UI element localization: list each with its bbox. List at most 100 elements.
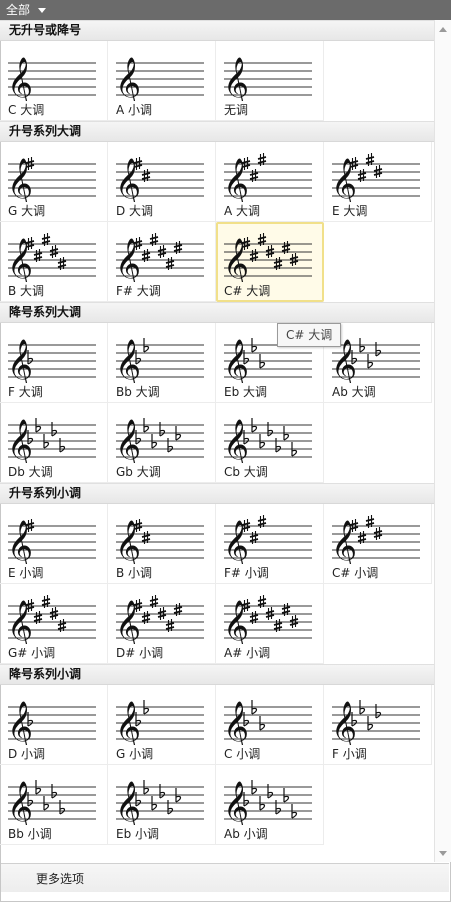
svg-text:𝄞: 𝄞 xyxy=(115,238,141,282)
svg-text:𝄞: 𝄞 xyxy=(223,57,249,101)
staff-icon: 𝄞 xyxy=(331,338,420,383)
key-signature-item[interactable]: 𝄞 Bb 大调 xyxy=(108,323,216,403)
staff-icon: 𝄞 xyxy=(115,57,204,101)
chevron-down-icon[interactable] xyxy=(38,8,46,13)
key-signature-item[interactable]: 𝄞 D 小调 xyxy=(0,685,108,765)
key-signature-item[interactable]: 𝄞 A# 小调 xyxy=(216,584,324,664)
key-signature-item[interactable]: 𝄞 Cb 大调 xyxy=(216,403,324,483)
svg-text:𝄞: 𝄞 xyxy=(7,238,33,282)
svg-text:𝄞: 𝄞 xyxy=(7,701,33,745)
section: 降号系列大调 𝄞 F 大调 𝄞 Bb 大调 𝄞 Eb 大调 𝄞 Ab 大调 𝄞 Db 大调 𝄞 Gb 大… xyxy=(0,302,434,483)
scrollbar[interactable] xyxy=(434,20,451,862)
key-label: C# 大调 xyxy=(224,284,271,298)
svg-text:𝄞: 𝄞 xyxy=(223,339,249,383)
key-grid: 𝄞 G 大调 𝄞 D 大调 𝄞 A 大调 𝄞 E 大调 𝄞 B 大调 𝄞 F# 大调 𝄞 C# 大调 xyxy=(0,142,434,302)
section-title: 升号系列小调 xyxy=(0,483,434,504)
key-signature-item[interactable]: 𝄞 G# 小调 xyxy=(0,584,108,664)
key-signature-list[interactable]: 无升号或降号 𝄞 C 大调 𝄞 A 小调 𝄞 无调 升号系列大调 𝄞 G 大调 𝄞 D 大调 𝄞 A 大调… xyxy=(0,20,434,862)
section-title: 升号系列大调 xyxy=(0,121,434,142)
staff-icon: 𝄞 xyxy=(7,701,96,745)
svg-text:𝄞: 𝄞 xyxy=(7,781,33,825)
staff-icon: 𝄞 xyxy=(331,153,420,202)
key-signature-item[interactable]: 𝄞 E 小调 xyxy=(0,504,108,584)
key-label: Gb 大调 xyxy=(116,465,161,479)
key-label: D 大调 xyxy=(116,204,154,218)
key-signature-item[interactable]: 𝄞 F 大调 xyxy=(0,323,108,403)
key-label: G 大调 xyxy=(8,204,46,218)
staff-icon: 𝄞 xyxy=(223,418,312,463)
key-grid: 𝄞 E 小调 𝄞 B 小调 𝄞 F# 小调 𝄞 C# 小调 𝄞 G# 小调 𝄞 D# 小调 𝄞 A# 小调 xyxy=(0,504,434,664)
scroll-down-icon[interactable] xyxy=(439,851,447,856)
key-label: A 小调 xyxy=(116,103,153,117)
key-signature-item[interactable]: 𝄞 Ab 小调 xyxy=(216,765,324,845)
staff-icon: 𝄞 xyxy=(7,780,96,825)
svg-text:𝄞: 𝄞 xyxy=(115,600,141,644)
key-signature-item[interactable]: 𝄞 A 大调 xyxy=(216,142,324,222)
key-signature-item[interactable]: 𝄞 B 大调 xyxy=(0,222,108,302)
filter-label: 全部 xyxy=(6,3,31,17)
key-signature-item[interactable]: 𝄞 Eb 小调 xyxy=(108,765,216,845)
key-signature-item[interactable]: 𝄞 A 小调 xyxy=(108,41,216,121)
staff-icon: 𝄞 xyxy=(223,233,312,282)
svg-text:𝄞: 𝄞 xyxy=(331,520,357,564)
key-signature-item[interactable]: 𝄞 D 大调 xyxy=(108,142,216,222)
staff-icon: 𝄞 xyxy=(331,700,420,745)
key-signature-item[interactable]: 𝄞 Gb 大调 xyxy=(108,403,216,483)
staff-icon: 𝄞 xyxy=(115,700,204,745)
more-options-button[interactable]: 更多选项 xyxy=(36,870,84,887)
svg-text:𝄞: 𝄞 xyxy=(115,419,141,463)
key-signature-item[interactable]: 𝄞 C# 大调 xyxy=(216,222,324,302)
key-grid: 𝄞 F 大调 𝄞 Bb 大调 𝄞 Eb 大调 𝄞 Ab 大调 𝄞 Db 大调 𝄞 Gb 大调 𝄞 Cb 大… xyxy=(0,323,434,483)
svg-text:𝄞: 𝄞 xyxy=(223,701,249,745)
filter-dropdown[interactable]: 全部 xyxy=(0,0,451,20)
key-signature-item[interactable]: 𝄞 Db 大调 xyxy=(0,403,108,483)
key-label: B 大调 xyxy=(8,284,45,298)
staff-icon: 𝄞 xyxy=(115,233,204,282)
staff-icon: 𝄞 xyxy=(115,338,204,383)
key-signature-item[interactable]: 𝄞 C 小调 xyxy=(216,685,324,765)
key-signature-item[interactable]: 𝄞 F 小调 xyxy=(324,685,432,765)
key-label: A 大调 xyxy=(224,204,261,218)
key-signature-item[interactable]: 𝄞 无调 xyxy=(216,41,324,121)
key-signature-item[interactable]: 𝄞 F# 大调 xyxy=(108,222,216,302)
key-signature-item[interactable]: 𝄞 E 大调 xyxy=(324,142,432,222)
key-signature-item[interactable]: 𝄞 B 小调 xyxy=(108,504,216,584)
key-label: E 小调 xyxy=(8,566,44,580)
section: 升号系列大调 𝄞 G 大调 𝄞 D 大调 𝄞 A 大调 𝄞 E 大调 𝄞 B 大调 𝄞 F# 大调 𝄞 C#… xyxy=(0,121,434,302)
key-label: F# 小调 xyxy=(224,566,269,580)
key-signature-item[interactable]: 𝄞 C 大调 xyxy=(0,41,108,121)
tooltip: C# 大调 xyxy=(277,323,342,347)
key-label: B 小调 xyxy=(116,566,153,580)
svg-text:𝄞: 𝄞 xyxy=(115,701,141,745)
svg-text:𝄞: 𝄞 xyxy=(223,238,249,282)
key-label: D 小调 xyxy=(8,747,46,761)
key-signature-item[interactable]: 𝄞 G 大调 xyxy=(0,142,108,222)
key-signature-item[interactable]: 𝄞 C# 小调 xyxy=(324,504,432,584)
key-label: 无调 xyxy=(224,103,249,117)
key-grid: 𝄞 D 小调 𝄞 G 小调 𝄞 C 小调 𝄞 F 小调 𝄞 Bb 小调 𝄞 Eb 小调 𝄞 Ab 小调 xyxy=(0,685,434,845)
svg-text:𝄞: 𝄞 xyxy=(115,158,141,202)
key-signature-item[interactable]: 𝄞 G 小调 xyxy=(108,685,216,765)
key-label: F 大调 xyxy=(8,385,43,399)
staff-icon: 𝄞 xyxy=(223,595,312,644)
key-signature-item[interactable]: 𝄞 D# 小调 xyxy=(108,584,216,664)
staff-icon: 𝄞 xyxy=(223,153,312,202)
scroll-up-icon[interactable] xyxy=(439,27,447,32)
staff-icon: 𝄞 xyxy=(223,700,312,745)
key-signature-item[interactable]: 𝄞 Bb 小调 xyxy=(0,765,108,845)
staff-icon: 𝄞 xyxy=(7,57,96,101)
key-signature-item[interactable]: 𝄞 F# 小调 xyxy=(216,504,324,584)
section: 升号系列小调 𝄞 E 小调 𝄞 B 小调 𝄞 F# 小调 𝄞 C# 小调 𝄞 G# 小调 𝄞 D# 小调… xyxy=(0,483,434,664)
staff-icon: 𝄞 xyxy=(115,418,204,463)
staff-icon: 𝄞 xyxy=(7,418,96,463)
key-label: C 大调 xyxy=(8,103,45,117)
staff-icon: 𝄞 xyxy=(223,57,312,101)
key-label: Bb 小调 xyxy=(8,827,52,841)
key-label: Cb 大调 xyxy=(224,465,268,479)
key-label: Ab 小调 xyxy=(224,827,268,841)
svg-text:𝄞: 𝄞 xyxy=(7,158,33,202)
key-label: F# 大调 xyxy=(116,284,161,298)
key-label: Db 大调 xyxy=(8,465,53,479)
staff-icon: 𝄞 xyxy=(7,519,96,564)
svg-text:𝄞: 𝄞 xyxy=(7,339,33,383)
